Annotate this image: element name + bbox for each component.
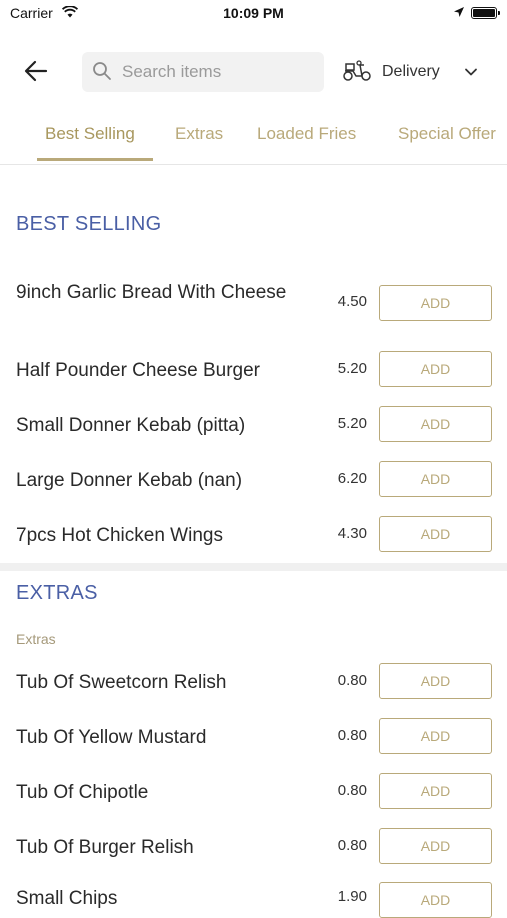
chevron-down-icon [465, 68, 477, 76]
clock: 10:09 PM [223, 5, 284, 21]
menu-item-price: 1.90 [337, 888, 367, 905]
add-button[interactable]: ADD [379, 285, 492, 321]
search-icon [93, 62, 111, 80]
add-button[interactable]: ADD [379, 461, 492, 497]
menu-item-price: 4.30 [337, 525, 367, 542]
menu-item-price: 0.80 [337, 727, 367, 744]
add-button[interactable]: ADD [379, 351, 492, 387]
section-title-extras: EXTRAS [16, 582, 98, 604]
menu-item-name: Half Pounder Cheese Burger [16, 360, 260, 381]
active-tab-indicator [37, 158, 153, 161]
tab-loaded-fries[interactable]: Loaded Fries [257, 124, 356, 144]
menu-item-price: 5.20 [337, 360, 367, 377]
menu-item-name: 9inch Garlic Bread With Cheese [16, 282, 287, 303]
section-title-best-selling: BEST SELLING [16, 213, 162, 235]
tab-special-offer[interactable]: Special Offer [398, 124, 496, 144]
add-button[interactable]: ADD [379, 718, 492, 754]
menu-item-price: 6.20 [337, 470, 367, 487]
menu-item-name: Tub Of Sweetcorn Relish [16, 672, 227, 693]
menu-item-price: 5.20 [337, 415, 367, 432]
delivery-selector[interactable]: Delivery [340, 52, 490, 92]
menu-item-name: Small Donner Kebab (pitta) [16, 415, 246, 436]
top-bar: Delivery [0, 42, 507, 100]
menu-item-name: Tub Of Yellow Mustard [16, 727, 207, 748]
menu-item-name: 7pcs Hot Chicken Wings [16, 525, 223, 546]
add-button[interactable]: ADD [379, 882, 492, 918]
add-button[interactable]: ADD [379, 773, 492, 809]
menu-item-price: 0.80 [337, 837, 367, 854]
tab-extras[interactable]: Extras [175, 124, 223, 144]
add-button[interactable]: ADD [379, 406, 492, 442]
menu-item-price: 0.80 [337, 672, 367, 689]
section-divider [0, 563, 507, 571]
subcategory-label: Extras [16, 631, 56, 647]
add-button[interactable]: ADD [379, 663, 492, 699]
menu-item-name: Tub Of Burger Relish [16, 837, 194, 858]
menu-item-price: 4.50 [337, 293, 367, 310]
search-box[interactable] [82, 52, 324, 92]
delivery-scooter-icon [343, 60, 371, 81]
delivery-label: Delivery [382, 63, 440, 80]
add-button[interactable]: ADD [379, 516, 492, 552]
add-button[interactable]: ADD [379, 828, 492, 864]
location-arrow-icon [454, 7, 464, 17]
menu-item-price: 0.80 [337, 782, 367, 799]
status-bar: Carrier 10:09 PM [0, 0, 507, 28]
battery-icon [471, 7, 500, 19]
search-input[interactable] [122, 52, 312, 92]
tab-best-selling[interactable]: Best Selling [45, 124, 135, 144]
menu-item-name: Small Chips [16, 888, 118, 909]
back-arrow-icon[interactable] [22, 57, 50, 85]
category-tabs: Best Selling Extras Loaded Fries Special… [0, 112, 507, 165]
menu-item-name: Tub Of Chipotle [16, 782, 149, 803]
menu-item-name: Large Donner Kebab (nan) [16, 470, 243, 491]
